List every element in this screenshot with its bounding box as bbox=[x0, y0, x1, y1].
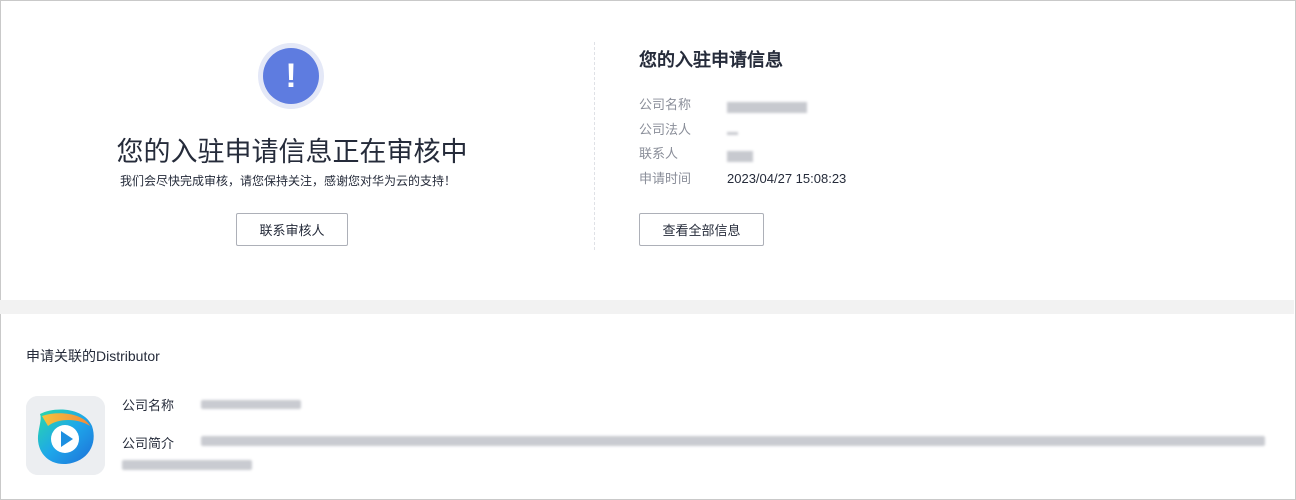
review-status-title: 您的入驻申请信息正在审核中 bbox=[116, 137, 468, 167]
distributor-heading: 申请关联的Distributor bbox=[26, 348, 160, 364]
info-label: 公司名称 bbox=[639, 97, 692, 112]
application-info-panel: 您的入驻申请信息 公司名称 公司法人 联系人 申请时间 2023/04/27 1… bbox=[639, 0, 1279, 300]
apply-time-value: 2023/04/27 15:08:23 bbox=[727, 170, 847, 186]
distributor-intro-label: 公司简介 bbox=[122, 436, 175, 451]
review-status-panel: ! 您的入驻申请信息正在审核中 我们会尽快完成审核，请您保持关注，感谢您对华为云… bbox=[0, 0, 594, 300]
contact-value-redacted bbox=[727, 145, 753, 163]
distributor-name-label: 公司名称 bbox=[122, 398, 175, 413]
section-separator bbox=[0, 300, 1294, 314]
alert-icon-ring: ! bbox=[258, 43, 324, 109]
company-name-value-redacted bbox=[727, 96, 807, 114]
info-label: 联系人 bbox=[639, 146, 679, 161]
app-logo-icon bbox=[26, 396, 105, 475]
alert-icon: ! bbox=[263, 48, 319, 104]
view-all-info-button[interactable]: 查看全部信息 bbox=[639, 213, 764, 246]
vertical-divider bbox=[594, 42, 595, 250]
application-info-title: 您的入驻申请信息 bbox=[639, 50, 783, 70]
legal-person-value-redacted bbox=[727, 121, 738, 139]
distributor-name-value-redacted bbox=[201, 397, 301, 409]
info-label: 公司法人 bbox=[639, 121, 692, 137]
info-label: 申请时间 bbox=[639, 170, 692, 186]
distributor-intro-value-redacted bbox=[122, 432, 1271, 470]
contact-reviewer-button[interactable]: 联系审核人 bbox=[236, 213, 348, 246]
review-status-subtitle: 我们会尽快完成审核，请您保持关注，感谢您对华为云的支持！ bbox=[119, 174, 456, 188]
